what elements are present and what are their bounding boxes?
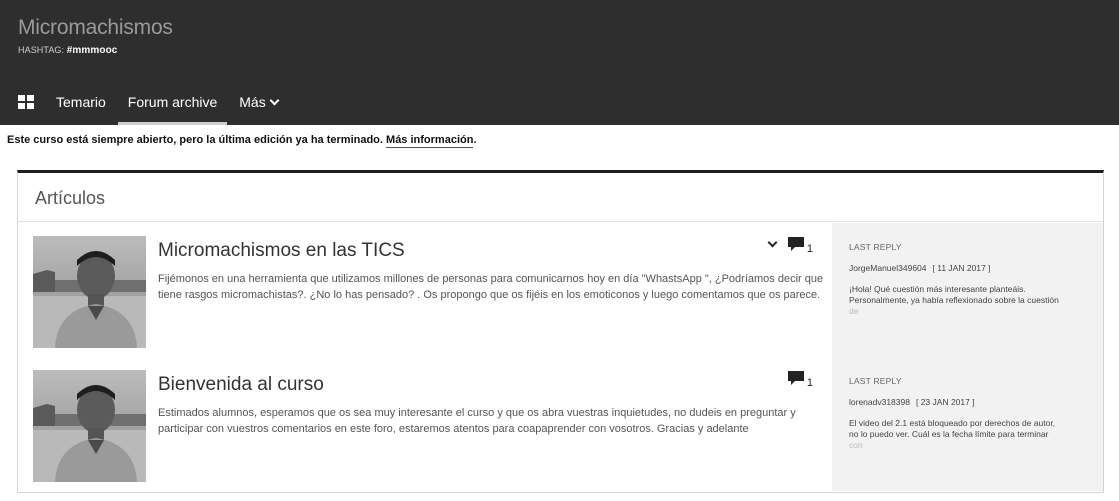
course-title[interactable]: Micromachismos: [18, 16, 173, 40]
nav-tab-temario[interactable]: Temario: [56, 92, 106, 125]
articles-heading: Artículos: [18, 173, 1103, 222]
last-reply-snippet: ¡Hola! Qué cuestión más interesante plan…: [849, 284, 1059, 305]
post-title[interactable]: Micromachismos en las TICS: [158, 240, 405, 262]
author-avatar[interactable]: [33, 236, 146, 348]
nav-tab-forum-archive[interactable]: Forum archive: [117, 92, 228, 125]
last-reply-text: ¡Hola! Qué cuestión más interesante plan…: [849, 284, 1064, 317]
last-reply-fade: con: [849, 440, 863, 450]
course-nav: Temario Forum archive Más: [18, 92, 300, 125]
last-reply-date: [ 23 JAN 2017 ]: [915, 397, 975, 407]
comment-icon: [787, 237, 804, 251]
forum-post: Bienvenida al curso 1 Estimados alumnos,…: [18, 357, 1103, 491]
notice-text: Este curso está siempre abierto, pero la…: [7, 134, 383, 146]
articles-panel: Artículos Micromachismos en las TICS 1 F…: [17, 170, 1104, 493]
chevron-down-icon: [269, 95, 280, 106]
post-meta: 1: [787, 371, 813, 389]
last-reply-label: LAST REPLY: [849, 376, 902, 386]
hashtag-label: HASHTAG:: [18, 45, 65, 55]
grid-icon[interactable]: [18, 95, 34, 109]
last-reply-author: lorenadv318398 [ 23 JAN 2017 ]: [849, 397, 1103, 407]
last-reply-date: [ 11 JAN 2017 ]: [932, 263, 991, 273]
last-reply-label: LAST REPLY: [849, 242, 902, 252]
last-reply-snippet: El video del 2.1 está bloqueado por dere…: [849, 418, 1056, 439]
last-reply-author: JorgeManuel349604 [ 11 JAN 2017 ]: [849, 263, 1103, 273]
last-reply-text: El video del 2.1 está bloqueado por dere…: [849, 418, 1064, 451]
post-excerpt: Fijémonos en una herramienta que utiliza…: [158, 273, 824, 301]
last-reply-username[interactable]: JorgeManuel349604: [849, 263, 927, 273]
last-reply-panel: LAST REPLY JorgeManuel349604 [ 11 JAN 201…: [832, 223, 1103, 357]
course-notice: Este curso está siempre abierto, pero la…: [7, 134, 477, 148]
comment-icon: [787, 371, 804, 385]
author-avatar[interactable]: [33, 370, 146, 482]
post-title[interactable]: Bienvenida al curso: [158, 374, 324, 396]
course-hashtag: HASHTAG: #mmmooc: [18, 45, 117, 56]
course-header: Micromachismos HASHTAG: #mmmooc Temario …: [0, 0, 1119, 125]
last-reply-panel: LAST REPLY lorenadv318398 [ 23 JAN 2017 ]…: [832, 357, 1103, 491]
post-excerpt: Estimados alumnos, esperamos que os sea …: [158, 407, 796, 435]
notice-end: .: [473, 134, 477, 146]
comment-count: 1: [806, 242, 813, 255]
post-meta: 1: [767, 237, 813, 255]
last-reply-fade: de: [849, 306, 859, 316]
chevron-down-icon[interactable]: [767, 237, 778, 248]
nav-tab-mas[interactable]: Más: [239, 92, 280, 125]
nav-mas-label: Más: [239, 94, 266, 110]
last-reply-username[interactable]: lorenadv318398: [849, 397, 910, 407]
hashtag-value: #mmmooc: [66, 45, 118, 56]
comment-count: 1: [806, 376, 813, 389]
forum-post: Micromachismos en las TICS 1 Fijémonos e…: [18, 223, 1103, 357]
more-info-link[interactable]: Más información: [386, 134, 474, 148]
